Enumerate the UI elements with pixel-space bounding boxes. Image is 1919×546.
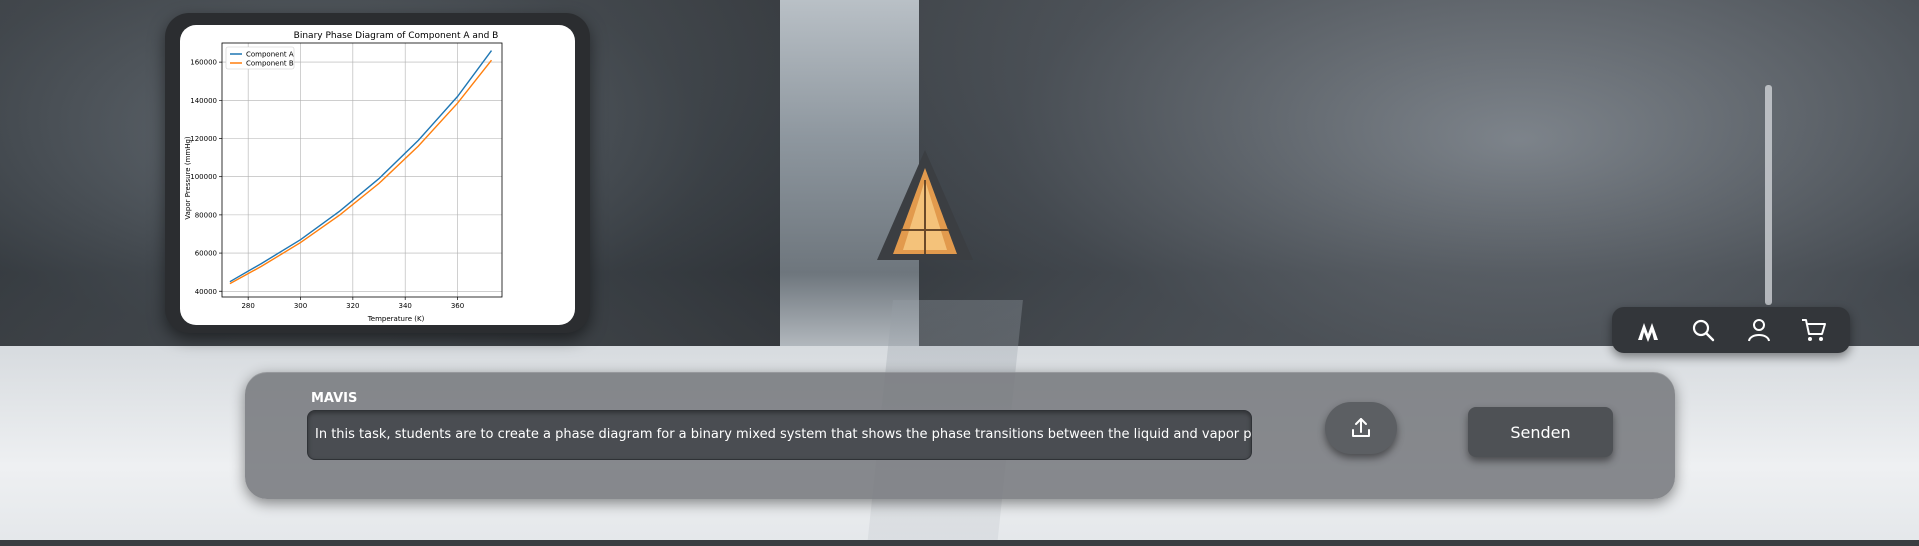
logo-icon: [1637, 323, 1658, 342]
chart-plot-frame: [221, 42, 503, 298]
send-button[interactable]: Senden: [1468, 407, 1613, 457]
chart-legend-label: Component A: [246, 51, 294, 59]
cabin-image: [815, 150, 985, 270]
search-icon: [1693, 319, 1715, 342]
chart-series-line-1: [229, 50, 493, 283]
chart-ytick-label: 80000: [195, 211, 217, 219]
chart-xtick-label: 340: [398, 302, 411, 310]
cart-icon: [1802, 319, 1827, 341]
prompt-input[interactable]: In this task, students are to create a p…: [307, 410, 1252, 460]
phase-diagram-chart: Binary Phase Diagram of Component A and …: [184, 31, 503, 323]
chart-xtick-label: 360: [451, 302, 464, 310]
chart-container: Binary Phase Diagram of Component A and …: [180, 25, 575, 325]
chart-ytick-label: 120000: [190, 135, 217, 143]
upload-icon: [1352, 418, 1370, 437]
chart-xtick-label: 320: [346, 302, 359, 310]
search-button[interactable]: [1681, 310, 1725, 350]
chat-panel: MAVIS In this task, students are to crea…: [245, 372, 1675, 499]
assistant-name-label: MAVIS: [311, 391, 358, 406]
chart-xtick-label: 300: [294, 302, 307, 310]
chart-ytick-label: 40000: [195, 288, 217, 296]
account-button[interactable]: [1737, 310, 1781, 350]
chart-ytick-label: 160000: [190, 59, 217, 67]
chart-legend-label: Component B: [246, 60, 294, 68]
chart-xlabel: Temperature (K): [367, 315, 425, 323]
toolbar: [1612, 307, 1850, 353]
user-icon: [1747, 319, 1770, 342]
chart-xtick-label: 280: [241, 302, 254, 310]
chart-series-line-2: [229, 59, 493, 285]
chart-ytick-label: 100000: [190, 173, 217, 181]
chart-ytick-label: 60000: [195, 250, 217, 258]
logo-button[interactable]: [1626, 310, 1670, 350]
cart-button[interactable]: [1792, 310, 1836, 350]
chart-ytick-label: 140000: [190, 97, 217, 105]
chart-card: Binary Phase Diagram of Component A and …: [165, 13, 590, 333]
frame-bottom: [0, 540, 1919, 546]
upload-button[interactable]: [1325, 402, 1397, 454]
chart-title: Binary Phase Diagram of Component A and …: [294, 31, 499, 41]
vertical-scrollbar[interactable]: [1765, 85, 1772, 305]
